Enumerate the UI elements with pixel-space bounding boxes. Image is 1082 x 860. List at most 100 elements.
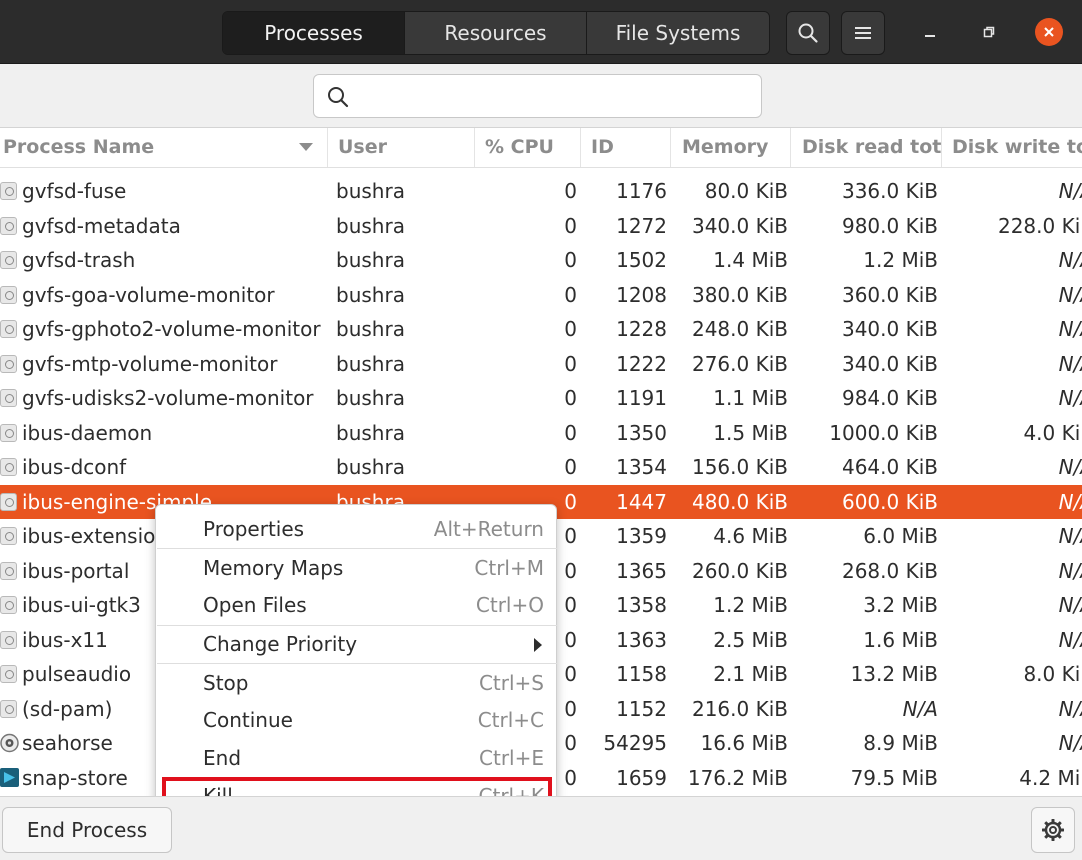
cell-disk-write: 4.2 MiB [1019, 766, 1082, 790]
process-icon [0, 700, 17, 718]
cell-disk-read: 1.2 MiB [863, 248, 938, 272]
table-row[interactable]: gvfs-mtp-volume-monitor bushra 0 1222 276.0 … [0, 347, 1082, 381]
cell-id: 1228 [616, 317, 667, 341]
cell-name: ibus-daemon [22, 421, 153, 445]
process-icon [0, 631, 17, 649]
cell-disk-write: N/A [1058, 179, 1082, 203]
submenu-arrow-icon [534, 638, 542, 652]
cell-memory: 260.0 KiB [691, 559, 788, 583]
column-id[interactable]: ID [582, 128, 671, 167]
cell-id: 1176 [616, 179, 667, 203]
cell-memory: 480.0 KiB [691, 490, 788, 514]
column-header-row: Process Name User % CPU ID Memory Disk r… [0, 128, 1082, 168]
menu-item-change-priority[interactable]: Change Priority [156, 626, 556, 663]
menu-item-shortcut: Ctrl+O [475, 593, 544, 617]
column-process-name[interactable]: Process Name [0, 128, 328, 167]
cell-disk-write: N/A [1058, 283, 1082, 307]
snap-store-icon [0, 768, 19, 787]
cell-memory: 2.1 MiB [713, 662, 788, 686]
cell-user: bushra [336, 214, 405, 238]
menu-item-stop[interactable]: Stop Ctrl+S [156, 665, 556, 702]
menu-item-end[interactable]: End Ctrl+E [156, 740, 556, 777]
column-user[interactable]: User [329, 128, 475, 167]
table-row[interactable]: gvfsd-metadata bushra 0 1272 340.0 KiB 980.0 … [0, 209, 1082, 243]
restore-button[interactable] [973, 16, 1005, 48]
process-icon [0, 389, 17, 407]
table-row[interactable]: ibus-dconf bushra 0 1354 156.0 KiB 464.0 KiB N… [0, 450, 1082, 484]
cell-user: bushra [336, 283, 405, 307]
table-row[interactable]: gvfsd-trash bushra 0 1502 1.4 MiB 1.2 MiB N/A [0, 243, 1082, 277]
cell-name: gvfsd-fuse [22, 179, 127, 203]
cell-cpu: 0 [564, 214, 577, 238]
cell-cpu: 0 [564, 455, 577, 479]
column-cpu[interactable]: % CPU [476, 128, 581, 167]
end-process-button[interactable]: End Process [2, 807, 172, 853]
menu-item-shortcut: Ctrl+E [479, 746, 544, 770]
main-menu-button[interactable] [841, 11, 885, 55]
search-entry[interactable] [313, 74, 762, 118]
process-icon [0, 424, 17, 442]
table-row[interactable]: gvfs-goa-volume-monitor bushra 0 1208 380.0 … [0, 278, 1082, 312]
cell-disk-read: 336.0 KiB [841, 179, 938, 203]
menu-item-open-files[interactable]: Open Files Ctrl+O [156, 587, 556, 624]
close-button[interactable] [1033, 16, 1065, 48]
menu-item-shortcut: Alt+Return [433, 517, 544, 541]
search-bar [0, 64, 1082, 128]
cell-memory: 380.0 KiB [691, 283, 788, 307]
cell-id: 1447 [616, 490, 667, 514]
menu-item-properties[interactable]: Properties Alt+Return [156, 511, 556, 548]
cell-name: gvfs-mtp-volume-monitor [22, 352, 278, 376]
search-input[interactable] [358, 81, 748, 111]
cell-id: 1191 [616, 386, 667, 410]
table-row[interactable]: ibus-daemon bushra 0 1350 1.5 MiB 1000.0 KiB 4… [0, 416, 1082, 450]
cell-memory: 1.1 MiB [713, 386, 788, 410]
process-icon [0, 217, 17, 235]
menu-item-label: Properties [203, 517, 305, 541]
column-memory[interactable]: Memory [672, 128, 791, 167]
table-row[interactable]: gvfs-udisks2-volume-monitor bushra 0 1191 1.… [0, 381, 1082, 415]
minimize-button[interactable] [914, 16, 946, 48]
cell-disk-write: 228.0 KiB [997, 214, 1082, 238]
cell-disk-read: 360.0 KiB [841, 283, 938, 307]
cell-id: 1354 [616, 455, 667, 479]
cell-id: 1358 [616, 593, 667, 617]
cell-memory: 156.0 KiB [691, 455, 788, 479]
cell-cpu: 0 [564, 179, 577, 203]
column-disk-write[interactable]: Disk write to [943, 128, 1082, 167]
gear-icon [1042, 819, 1064, 841]
tab-resources[interactable]: Resources [405, 12, 587, 54]
hamburger-menu-icon [855, 27, 871, 39]
process-icon [0, 493, 17, 511]
menu-item-shortcut: Ctrl+C [477, 708, 544, 732]
search-icon [328, 87, 349, 108]
process-icon [0, 458, 17, 476]
table-row[interactable]: gvfsd-fuse bushra 0 1176 80.0 KiB 336.0 KiB N/… [0, 174, 1082, 208]
cell-memory: 2.5 MiB [713, 628, 788, 652]
cell-memory: 80.0 KiB [704, 179, 788, 203]
tab-processes[interactable]: Processes [223, 12, 405, 54]
cell-memory: 1.2 MiB [713, 593, 788, 617]
cell-disk-read: 340.0 KiB [841, 317, 938, 341]
menu-item-memory-maps[interactable]: Memory Maps Ctrl+M [156, 550, 556, 587]
cell-disk-write: N/A [1058, 455, 1082, 479]
column-label: Process Name [3, 136, 155, 158]
menu-item-continue[interactable]: Continue Ctrl+C [156, 702, 556, 739]
minimize-icon [925, 35, 935, 37]
cell-disk-read: 8.9 MiB [863, 731, 938, 755]
column-disk-read[interactable]: Disk read tota [792, 128, 942, 167]
cell-memory: 340.0 KiB [691, 214, 788, 238]
process-icon [0, 596, 17, 614]
tab-file-systems[interactable]: File Systems [587, 12, 769, 54]
menu-item-label: Stop [203, 671, 249, 695]
cell-disk-write: N/A [1058, 317, 1082, 341]
cell-id: 1350 [616, 421, 667, 445]
cell-disk-read: 600.0 KiB [841, 490, 938, 514]
cell-user: bushra [336, 421, 405, 445]
sort-descending-icon [299, 143, 313, 151]
process-icon [0, 527, 17, 545]
cell-disk-read: 1000.0 KiB [829, 421, 938, 445]
menu-item-label: Open Files [203, 593, 307, 617]
preferences-button[interactable] [1031, 807, 1075, 853]
search-toggle-button[interactable] [786, 11, 830, 55]
table-row[interactable]: gvfs-gphoto2-volume-monitor bushra 0 1228 24… [0, 312, 1082, 346]
